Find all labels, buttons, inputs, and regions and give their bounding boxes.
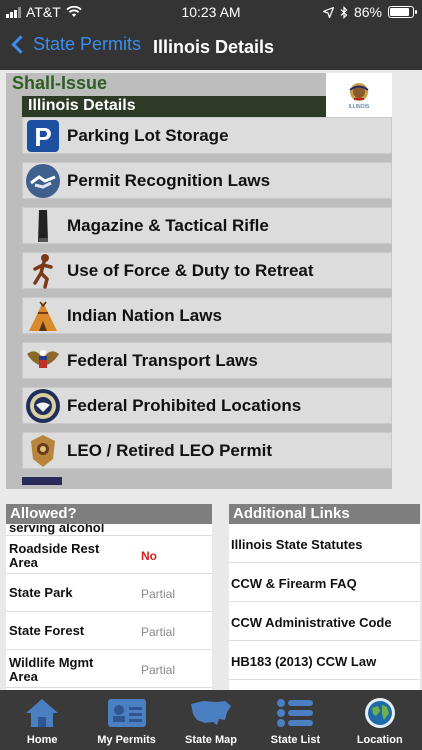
section-header: Illinois Details xyxy=(22,96,326,117)
magazine-icon xyxy=(38,209,48,242)
tab-home[interactable]: Home xyxy=(0,690,84,750)
menu-item-label: Parking Lot Storage xyxy=(67,125,229,145)
allowed-row[interactable]: Roadside Rest Area No xyxy=(6,536,212,574)
svg-text:ILLINOIS: ILLINOIS xyxy=(349,104,370,110)
allowed-row[interactable]: State Park Partial xyxy=(6,574,212,612)
allowed-row[interactable]: Wildlife Mgmt Area Partial xyxy=(6,650,212,688)
tab-bar: Home My Permits State Map State List Loc… xyxy=(0,690,422,750)
eagle-seal-icon xyxy=(27,349,59,368)
page-title: Illinois Details xyxy=(153,37,275,57)
menu-item-magazine[interactable]: Magazine & Tactical Rifle xyxy=(22,207,392,244)
back-label: State Permits xyxy=(33,34,142,54)
allowed-status: Partial xyxy=(141,587,176,601)
bluetooth-icon xyxy=(340,5,348,19)
menu-item-indian-nation[interactable]: Indian Nation Laws xyxy=(22,297,392,334)
menu-item-permit-recognition[interactable]: Permit Recognition Laws xyxy=(22,162,392,199)
allowed-status: Partial xyxy=(141,625,176,639)
menu-item-leo-permit[interactable]: LEO / Retired LEO Permit xyxy=(22,432,392,469)
links-panel: Additional Links Illinois State Statutes… xyxy=(229,504,420,690)
menu-item-federal-prohibited[interactable]: Federal Prohibited Locations xyxy=(22,387,392,424)
tab-my-permits[interactable]: My Permits xyxy=(84,690,168,750)
menu-item-parking[interactable]: P Parking Lot Storage xyxy=(22,117,392,154)
allowed-place: State Forest xyxy=(9,623,85,638)
tab-label: State List xyxy=(270,734,321,746)
list-icon xyxy=(277,699,314,727)
allowed-place: Wildlife Mgmt Area xyxy=(9,655,94,684)
allowed-row[interactable]: State Forest Partial xyxy=(6,612,212,650)
chevron-left-icon xyxy=(11,35,30,54)
link-item[interactable]: HB183 (2013) CCW Law xyxy=(229,641,420,680)
menu-item-label: Use of Force & Duty to Retreat xyxy=(67,260,314,280)
handshake-icon xyxy=(26,163,60,198)
allowed-place: Roadside Rest Area xyxy=(9,541,100,570)
battery-percent: 86% xyxy=(353,4,382,20)
issue-status: Shall-Issue xyxy=(12,73,108,93)
us-map-icon xyxy=(190,701,231,725)
link-item[interactable]: CCW Administrative Code xyxy=(229,602,420,641)
menu-item-label: Federal Transport Laws xyxy=(67,350,258,370)
location-arrow-icon xyxy=(322,6,334,18)
allowed-panel: Allowed? serving alcohol Roadside Rest A… xyxy=(6,504,212,690)
menu-item-label: Magazine & Tactical Rifle xyxy=(67,215,269,235)
illinois-flag-icon: ILLINOIS xyxy=(349,83,370,110)
tab-state-list[interactable]: State List xyxy=(253,690,337,750)
tab-location[interactable]: Location xyxy=(338,690,422,750)
state-flag: ILLINOIS xyxy=(326,73,392,117)
svg-text:P: P xyxy=(34,122,51,152)
allowed-row-partial-label: serving alcohol xyxy=(9,524,105,535)
running-man-icon xyxy=(33,253,53,289)
tab-label: My Permits xyxy=(97,734,156,746)
badge-icon xyxy=(31,434,55,467)
tab-label: Home xyxy=(26,734,58,746)
menu-item-partial xyxy=(22,477,62,485)
tab-label: Location xyxy=(356,734,403,746)
links-header: Additional Links xyxy=(229,504,420,524)
menu-item-label: Indian Nation Laws xyxy=(67,305,222,325)
tab-label: State Map xyxy=(184,734,237,746)
parking-icon: P xyxy=(27,119,59,152)
main-content: Shall-Issue ILLINOIS Illinois Details P … xyxy=(0,70,422,690)
menu-item-label: LEO / Retired LEO Permit xyxy=(67,440,272,460)
globe-icon xyxy=(364,698,395,728)
allowed-status: No xyxy=(141,549,157,563)
menu-item-label: Federal Prohibited Locations xyxy=(67,395,302,415)
top-bar: AT&T 10:23 AM 86% State Permits Illinois… xyxy=(0,0,422,70)
link-item[interactable]: Illinois State Statutes xyxy=(229,524,420,563)
link-item[interactable]: CCW & Firearm FAQ xyxy=(229,563,420,602)
battery-icon xyxy=(388,6,417,18)
status-bar: AT&T 10:23 AM 86% xyxy=(0,0,422,24)
allowed-status: Partial xyxy=(141,663,176,677)
menu-item-label: Permit Recognition Laws xyxy=(67,170,271,190)
tab-state-map[interactable]: State Map xyxy=(169,690,253,750)
back-button[interactable]: State Permits xyxy=(8,34,141,55)
tepee-icon xyxy=(29,301,57,331)
id-card-icon xyxy=(107,699,146,727)
presidential-seal-icon xyxy=(26,388,60,423)
allowed-place: State Park xyxy=(9,585,73,600)
menu-item-federal-transport[interactable]: Federal Transport Laws xyxy=(22,342,392,379)
menu-item-use-of-force[interactable]: Use of Force & Duty to Retreat xyxy=(22,252,392,289)
allowed-header: Allowed? xyxy=(6,504,212,524)
home-icon xyxy=(26,699,59,727)
navigation-bar: State Permits Illinois Details xyxy=(0,28,422,68)
